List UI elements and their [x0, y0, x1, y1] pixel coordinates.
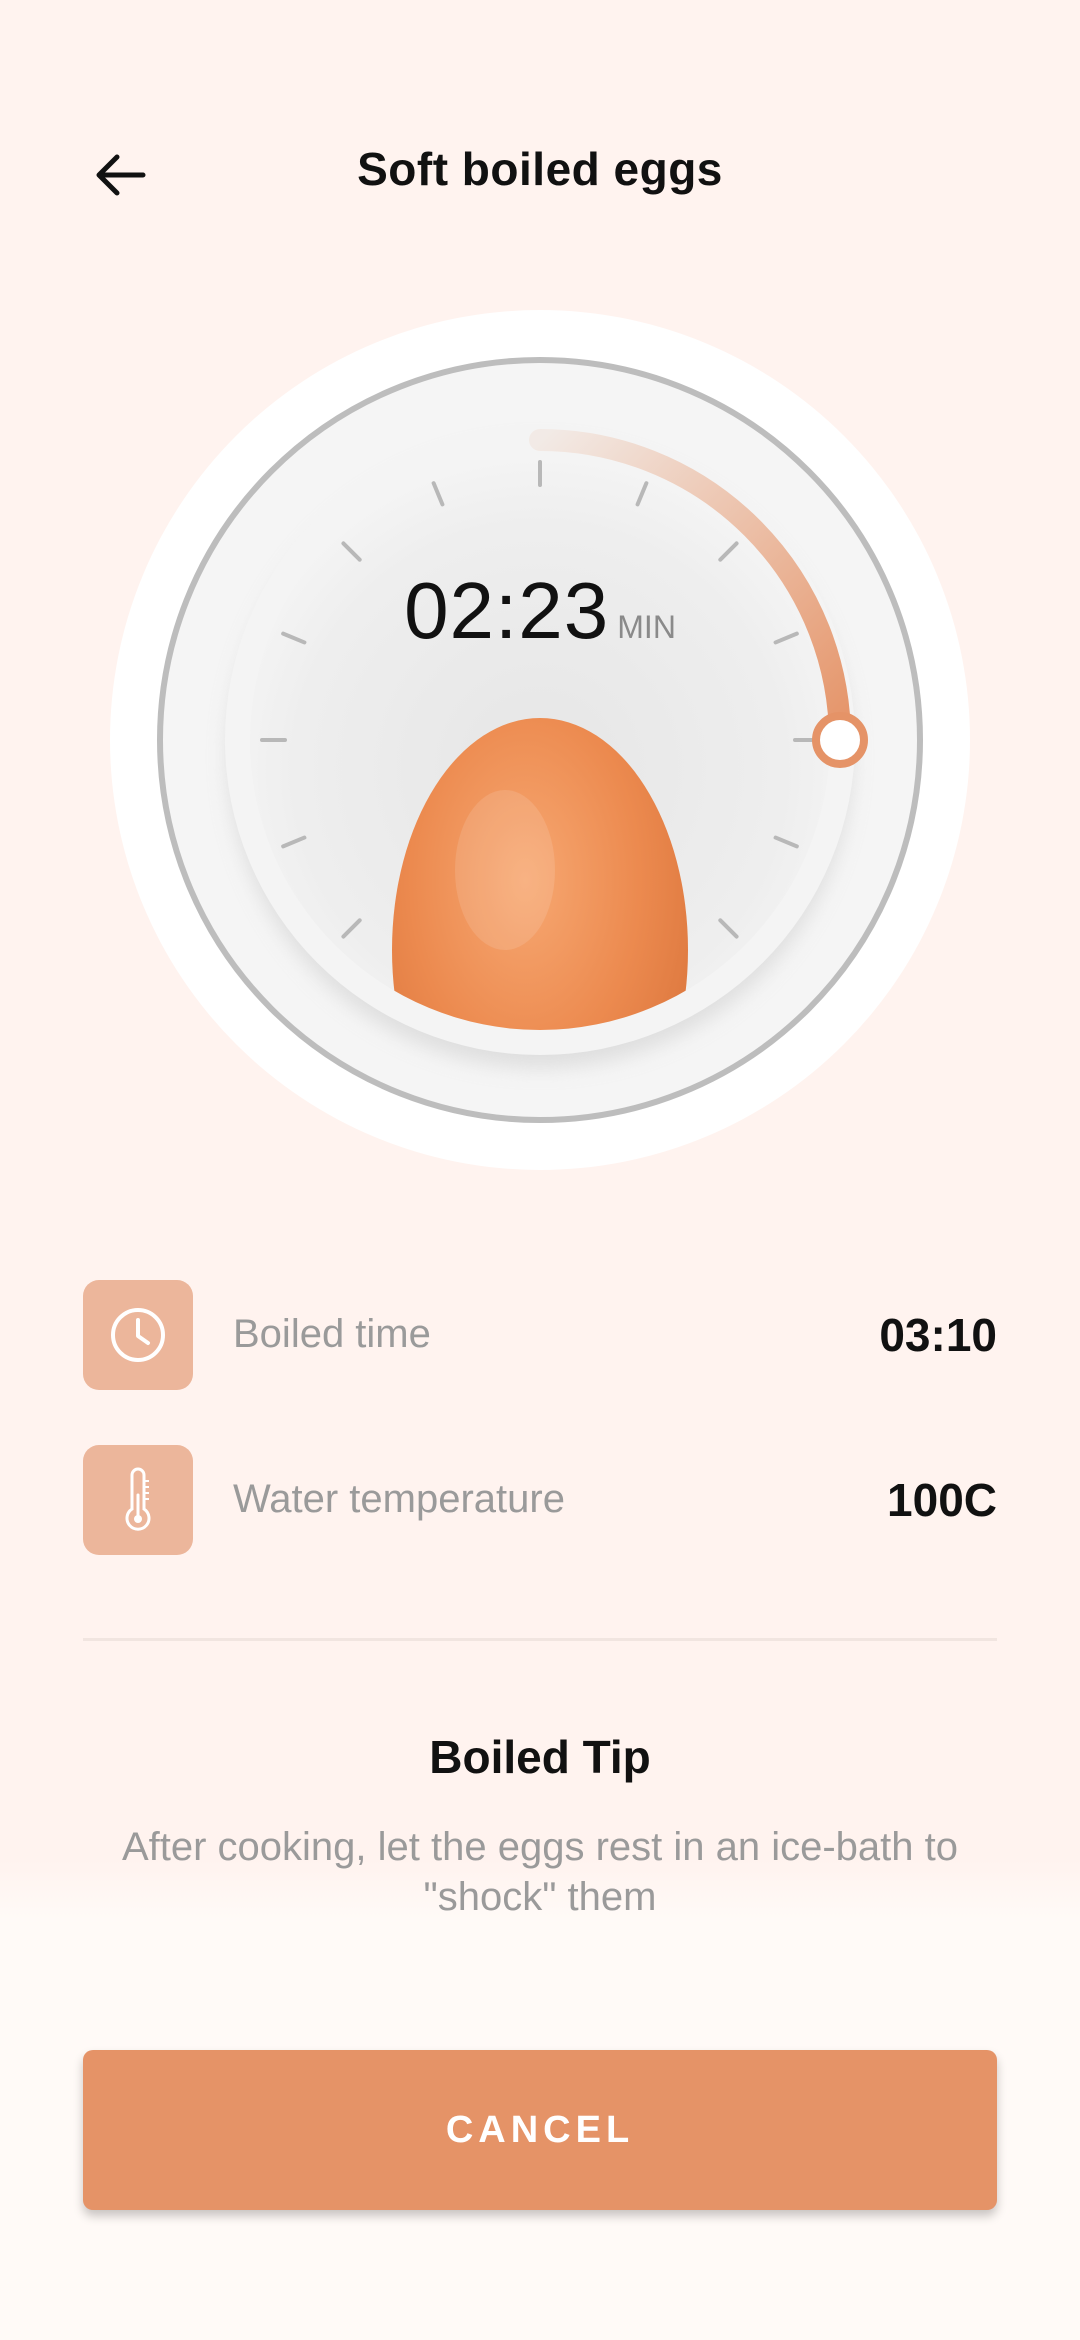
tip-text: After cooking, let the eggs rest in an i…: [121, 1825, 959, 1919]
boiled-time-value: 03:10: [879, 1309, 997, 1361]
boiled-time-row: Boiled time 03:10: [83, 1280, 997, 1390]
timer-progress-knob[interactable]: [812, 712, 868, 768]
egg-timer-dial: 02:23 MIN: [110, 310, 970, 1170]
header: Soft boiled eggs: [0, 120, 1080, 230]
timer-readout: 02:23 MIN: [110, 565, 970, 657]
clock-icon-tile: [83, 1280, 193, 1390]
timer-unit: MIN: [617, 609, 676, 645]
boiled-time-label: Boiled time: [233, 1312, 431, 1356]
clock-icon: [111, 1308, 165, 1362]
timer-dial-graphic: [110, 310, 970, 1170]
cancel-button[interactable]: CANCEL: [83, 2050, 997, 2210]
divider: [83, 1638, 997, 1641]
water-temperature-value: 100C: [887, 1474, 997, 1526]
page-title: Soft boiled eggs: [357, 143, 723, 195]
water-temperature-label: Water temperature: [233, 1477, 565, 1521]
thermometer-icon-tile: [83, 1445, 193, 1555]
timer-value: 02:23: [404, 566, 610, 655]
water-temperature-row: Water temperature 100C: [83, 1445, 997, 1555]
tip-title: Boiled Tip: [429, 1731, 651, 1783]
thermometer-icon: [125, 1467, 151, 1531]
